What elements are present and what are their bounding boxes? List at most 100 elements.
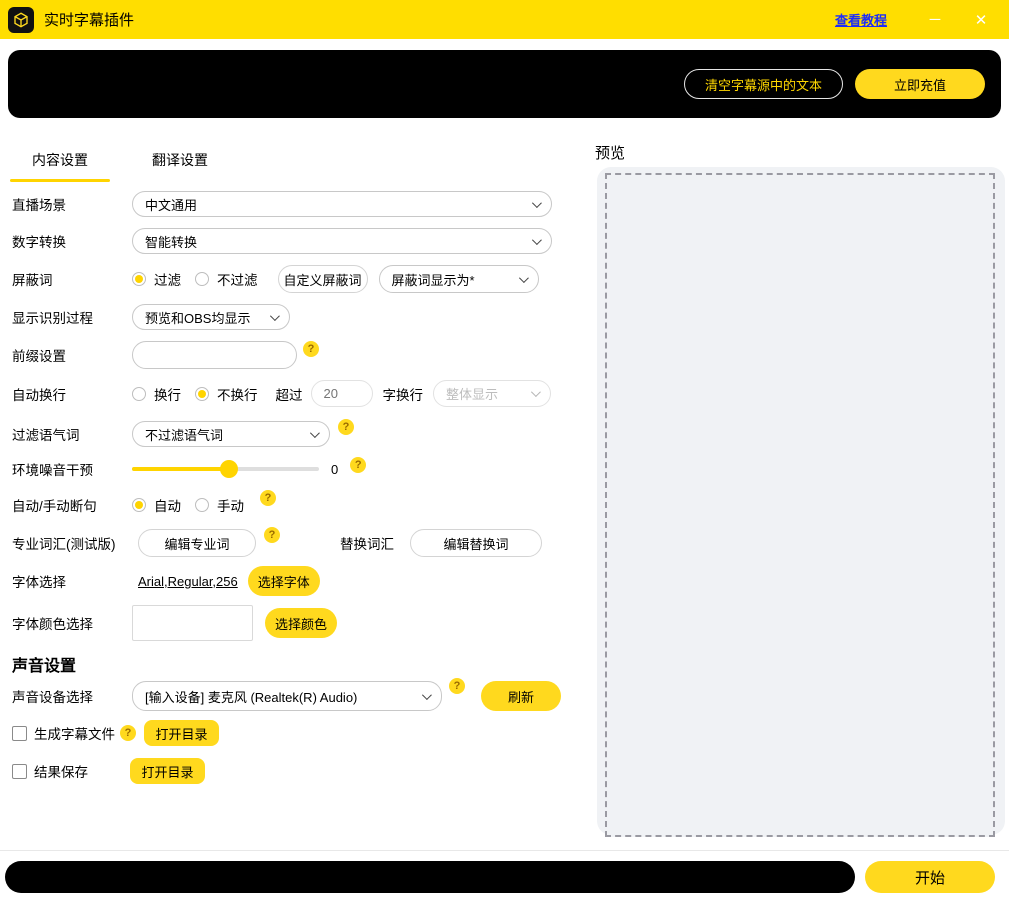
clear-subtitle-source-button[interactable]: 清空字幕源中的文本 [684,69,843,99]
choose-color-button[interactable]: 选择颜色 [265,608,337,638]
noise-slider[interactable] [132,461,319,477]
custom-blocked-words-button[interactable]: 自定义屏蔽词 [278,265,368,293]
no-filter-radio[interactable] [195,272,209,286]
app-logo-icon [8,7,34,33]
subtitle-output-bar[interactable] [5,861,855,893]
chevron-down-icon [518,273,528,283]
result-save-checkbox[interactable] [12,764,27,779]
tab-content-settings[interactable]: 内容设置 [0,143,120,182]
select-value: 智能转换 [145,232,197,251]
field-label: 显示识别过程 [12,307,132,327]
subtitle-file-checkbox[interactable] [12,726,27,741]
tab-translation-settings[interactable]: 翻译设置 [120,143,240,182]
open-directory-button[interactable]: 打开目录 [130,758,205,784]
edit-replace-vocab-button[interactable]: 编辑替换词 [410,529,542,557]
row-number-convert: 数字转换 智能转换 [12,228,552,254]
auto-break-radio[interactable] [132,498,146,512]
help-icon[interactable]: ? [264,527,280,543]
prefix-input[interactable] [132,341,297,369]
close-icon[interactable]: ✕ [969,11,993,29]
checkbox-label[interactable]: 结果保存 [34,761,88,781]
refresh-button[interactable]: 刷新 [481,681,561,711]
radio-label[interactable]: 换行 [154,384,181,404]
exceed-label: 超过 [276,384,303,404]
field-label: 声音设备选择 [12,686,132,706]
sound-device-select[interactable]: [输入设备] 麦克风 (Realtek(R) Audio) [132,681,442,711]
wrap-display-mode-select[interactable]: 整体显示 [433,380,551,407]
chevron-down-icon [532,198,542,208]
show-recognition-select[interactable]: 预览和OBS均显示 [132,304,290,330]
chevron-down-icon [532,235,542,245]
row-result-save: 结果保存 打开目录 [12,758,205,784]
select-value: 中文通用 [145,195,197,214]
no-wrap-radio[interactable] [195,387,209,401]
titlebar: 实时字幕插件 查看教程 ─ ✕ [0,0,1009,39]
help-icon[interactable]: ? [338,419,354,435]
row-subtitle-file: 生成字幕文件 ? 打开目录 [12,720,219,746]
open-directory-button[interactable]: 打开目录 [144,720,219,746]
noise-value: 0 [331,462,338,477]
field-label: 直播场景 [12,194,132,214]
radio-label[interactable]: 不过滤 [217,269,258,289]
radio-label[interactable]: 不换行 [217,384,258,404]
row-font-select: 字体选择 Arial,Regular,256 选择字体 [12,566,320,596]
field-label: 屏蔽词 [12,269,132,289]
recharge-button[interactable]: 立即充值 [855,69,985,99]
field-label: 数字转换 [12,231,132,251]
help-icon[interactable]: ? [303,341,319,357]
select-value: 整体显示 [446,384,498,403]
field-label: 自动/手动断句 [12,495,132,515]
minimize-icon[interactable]: ─ [923,11,947,28]
field-label: 字体颜色选择 [12,613,132,633]
select-value: 预览和OBS均显示 [145,308,250,327]
choose-font-button[interactable]: 选择字体 [248,566,320,596]
edit-pro-vocab-button[interactable]: 编辑专业词 [138,529,256,557]
checkbox-label[interactable]: 生成字幕文件 [34,723,115,743]
tutorial-link[interactable]: 查看教程 [835,10,887,29]
chevron-down-icon [531,387,541,397]
manual-break-radio[interactable] [195,498,209,512]
help-icon[interactable]: ? [449,678,465,694]
filter-radio[interactable] [132,272,146,286]
current-font-link[interactable]: Arial,Regular,256 [138,574,238,589]
help-icon[interactable]: ? [350,457,366,473]
blocked-words-display-select[interactable]: 屏蔽词显示为* [379,265,539,293]
radio-label[interactable]: 自动 [154,495,181,515]
live-scene-select[interactable]: 中文通用 [132,191,552,217]
radio-label[interactable]: 手动 [217,495,244,515]
field-label: 前缀设置 [12,345,132,365]
row-pro-vocab: 专业词汇(测试版) 编辑专业词 ? 替换词汇 编辑替换词 [12,527,542,559]
filler-words-select[interactable]: 不过滤语气词 [132,421,330,447]
field-label: 过滤语气词 [12,424,132,444]
preview-title: 预览 [595,142,625,163]
wrap-radio[interactable] [132,387,146,401]
start-button[interactable]: 开始 [865,861,995,893]
chevron-down-icon [422,690,432,700]
footer-divider [0,850,1009,851]
font-color-input[interactable] [132,605,253,641]
select-value: 屏蔽词显示为* [392,270,475,289]
field-label: 专业词汇(测试版) [12,533,138,553]
field-label: 自动换行 [12,384,132,404]
row-filler-words: 过滤语气词 不过滤语气词 ? [12,419,354,449]
row-noise: 环境噪音干预 0 ? [12,457,366,481]
slider-fill [132,467,228,471]
row-live-scene: 直播场景 中文通用 [12,191,552,217]
help-icon[interactable]: ? [260,490,276,506]
sound-settings-heading: 声音设置 [12,652,76,676]
field-label: 字体选择 [12,571,132,591]
tab-label: 翻译设置 [152,152,208,168]
chevron-down-icon [270,311,280,321]
top-banner: 清空字幕源中的文本 立即充值 [8,50,1001,118]
number-convert-select[interactable]: 智能转换 [132,228,552,254]
slider-thumb[interactable] [220,460,238,478]
select-value: [输入设备] 麦克风 (Realtek(R) Audio) [145,687,357,706]
radio-label[interactable]: 过滤 [154,269,181,289]
help-icon[interactable]: ? [120,725,136,741]
app-title: 实时字幕插件 [44,9,134,30]
replace-vocab-label: 替换词汇 [340,533,394,553]
field-label: 环境噪音干预 [12,459,132,479]
tab-label: 内容设置 [32,152,88,168]
wrap-chars-input[interactable] [311,380,373,407]
wrap-suffix-label: 字换行 [383,384,424,404]
